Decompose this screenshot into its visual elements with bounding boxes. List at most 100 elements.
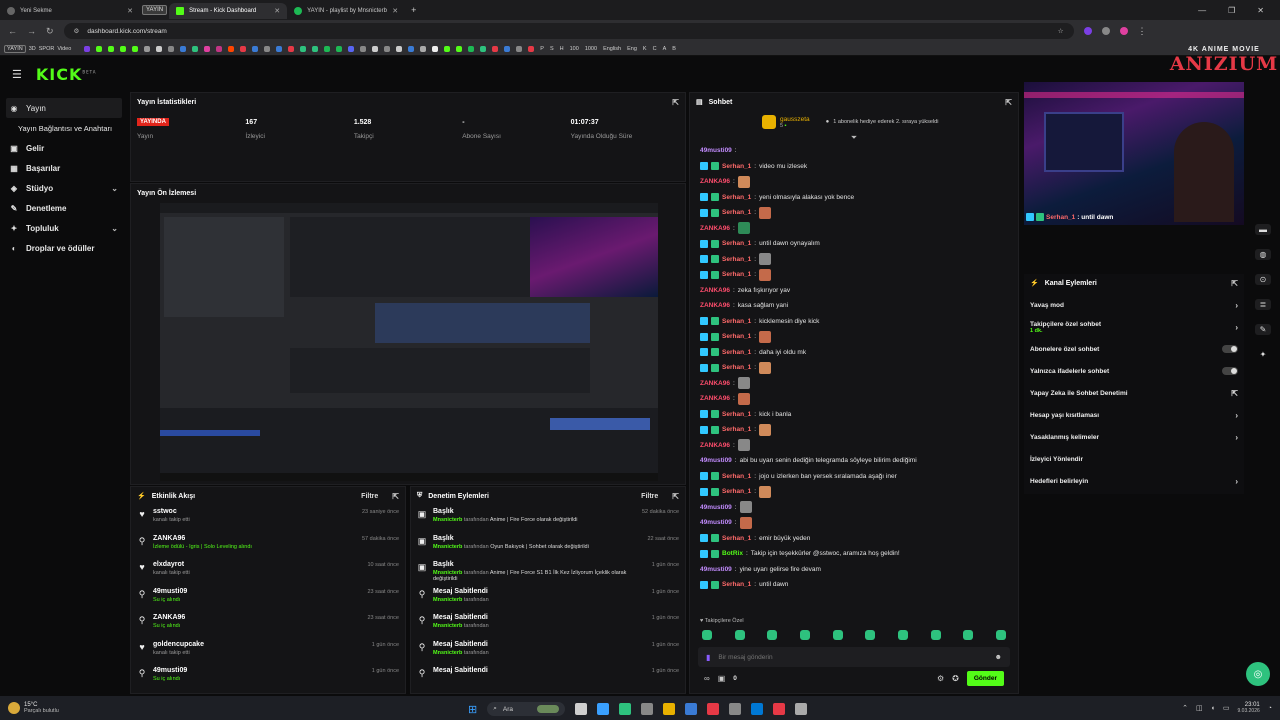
new-tab-button[interactable]: +	[411, 5, 416, 15]
volume-icon[interactable]: ◖	[1211, 705, 1215, 712]
tab-stream-dashboard[interactable]: Stream - Kick Dashboard ✕	[169, 3, 288, 19]
popout-icon[interactable]: ⇱	[672, 98, 679, 107]
emote-shortcut-icon[interactable]	[767, 630, 778, 640]
emote-shortcut-icon[interactable]	[832, 630, 843, 640]
popout-icon[interactable]: ⇱	[672, 492, 679, 501]
menu-kebab-icon[interactable]: ⋮	[1138, 26, 1147, 37]
bookmark-icon[interactable]	[168, 45, 175, 52]
bookmark-link[interactable]: 1000	[585, 46, 597, 52]
sidebar-item-yayin[interactable]: ◉ Yayın	[6, 98, 122, 118]
bookmark-link[interactable]: H	[560, 46, 564, 52]
assistant-bubble-icon[interactable]: ◎	[1246, 662, 1270, 686]
bookmark-link[interactable]: S	[550, 46, 554, 52]
taskbar-app-icon[interactable]	[685, 703, 698, 715]
bookmark-icon[interactable]	[156, 45, 163, 52]
chat-username[interactable]: Serhan_1	[722, 411, 751, 418]
chat-username[interactable]: Serhan_1	[722, 333, 751, 340]
chat-username[interactable]: ZANKA96	[700, 287, 730, 294]
bookmark-icon[interactable]	[132, 45, 139, 52]
chat-username[interactable]: Serhan_1	[722, 163, 751, 170]
bookmark-link[interactable]: K	[643, 46, 647, 52]
bookmark-icon[interactable]	[372, 45, 379, 52]
channel-action-item[interactable]: Yalnızca ifadelerle sohbet	[1024, 360, 1244, 382]
emote-shortcut-icon[interactable]	[799, 630, 810, 640]
sidebar-item-stream-key[interactable]: Yayın Bağlantısı ve Anahtarı	[0, 118, 128, 138]
bookmark-link[interactable]: 100	[570, 46, 579, 52]
close-window-icon[interactable]: ✕	[1257, 6, 1264, 15]
maximize-icon[interactable]: ❐	[1228, 6, 1235, 15]
popout-icon[interactable]: ⇱	[1005, 98, 1012, 107]
battery-icon[interactable]: ▭	[1223, 704, 1230, 712]
taskbar-app-icon[interactable]	[597, 703, 610, 715]
bookmark-icon[interactable]	[432, 45, 439, 52]
moderator-icon[interactable]: ✪	[952, 674, 959, 683]
community-icon[interactable]: ✦	[1255, 349, 1271, 360]
url-field[interactable]: ⚙ dashboard.kick.com/stream ☆	[63, 23, 1074, 39]
taskbar-app-icon[interactable]	[619, 703, 632, 715]
bookmark-folder[interactable]: SPOR	[39, 46, 55, 52]
chat-username[interactable]: Serhan_1	[722, 194, 751, 201]
chat-username[interactable]: ZANKA96	[700, 442, 730, 449]
chat-username[interactable]: 49musti09	[700, 566, 732, 573]
bookmark-icon[interactable]	[336, 45, 343, 52]
channel-action-item[interactable]: Yapay Zeka ile Sohbet Denetimi ⇱	[1024, 382, 1244, 404]
chat-input[interactable]	[718, 653, 987, 661]
chat-username[interactable]: 49musti09	[700, 147, 732, 154]
bookmark-icon[interactable]	[144, 45, 151, 52]
bookmark-link[interactable]: B	[672, 46, 676, 52]
bookmark-icon[interactable]	[456, 45, 463, 52]
channel-action-item[interactable]: Hesap yaşı kısıtlaması ›	[1024, 404, 1244, 426]
network-icon[interactable]: ◫	[1196, 704, 1203, 712]
bookmark-icon[interactable]	[180, 45, 187, 52]
emote-shortcut-icon[interactable]	[734, 630, 745, 640]
chat-username[interactable]: Serhan_1	[722, 349, 751, 356]
sidebar-item-studyo[interactable]: ◈ Stüdyo ⌄	[0, 178, 128, 198]
channel-action-item[interactable]: Hedefleri belirleyin ›	[1024, 470, 1244, 492]
chat-username[interactable]: 49musti09	[700, 457, 732, 464]
pin-collapse-icon[interactable]: ⏷	[690, 133, 1018, 143]
sidebar-item-basarilar[interactable]: ▦ Başarılar	[0, 158, 128, 178]
taskbar-app-icon[interactable]	[663, 703, 676, 715]
sidebar-item-denetleme[interactable]: ✎ Denetleme	[0, 198, 128, 218]
bookmark-icon[interactable]	[420, 45, 427, 52]
settings-gear-icon[interactable]: ⚙	[937, 674, 944, 683]
channel-action-item[interactable]: Yasaklanmış kelimeler ›	[1024, 426, 1244, 448]
forward-icon[interactable]: →	[27, 26, 36, 36]
emote-shortcut-icon[interactable]	[702, 630, 712, 640]
bookmark-icon[interactable]	[264, 45, 271, 52]
popout-icon[interactable]: ⇱	[1231, 279, 1238, 288]
bookmark-icon[interactable]	[240, 45, 247, 52]
extension-icon[interactable]	[1083, 27, 1092, 35]
reload-icon[interactable]: ↻	[46, 26, 54, 37]
bookmark-icon[interactable]	[468, 45, 475, 52]
bookmark-icon[interactable]	[300, 45, 307, 52]
chat-username[interactable]: Serhan_1	[722, 240, 751, 247]
minimize-icon[interactable]: —	[1198, 6, 1206, 15]
bookmark-icon[interactable]	[216, 45, 223, 52]
taskbar-app-icon[interactable]	[575, 703, 588, 715]
bookmark-icon[interactable]	[312, 45, 319, 52]
taskbar-app-icon[interactable]	[795, 703, 808, 715]
chat-username[interactable]: ZANKA96	[700, 380, 730, 387]
chat-username[interactable]: Serhan_1	[722, 581, 751, 588]
chat-username[interactable]: BotRix	[722, 550, 743, 557]
bookmark-link[interactable]: C	[653, 46, 657, 52]
bookmark-icon[interactable]	[492, 45, 499, 52]
bookmark-icon[interactable]	[252, 45, 259, 52]
close-icon[interactable]: ✕	[127, 7, 133, 15]
sidebar-item-topluluk[interactable]: ✦ Topluluk ⌄	[0, 218, 128, 238]
sidebar-item-droplar[interactable]: ◐ Droplar ve ödüller	[0, 238, 128, 258]
bookmark-icon[interactable]	[408, 45, 415, 52]
close-icon[interactable]: ✕	[274, 7, 280, 15]
tab-group-chip[interactable]: YAYIN	[142, 5, 168, 15]
sidebar-item-gelir[interactable]: ▣ Gelir	[0, 138, 128, 158]
bookmark-icon[interactable]	[108, 45, 115, 52]
chat-input-box[interactable]: ▮ ☻	[698, 647, 1010, 667]
chat-username[interactable]: Serhan_1	[722, 426, 751, 433]
bookmark-link[interactable]: English	[603, 46, 621, 52]
bookmark-icon[interactable]	[444, 45, 451, 52]
windows-start-icon[interactable]: ⊞	[468, 703, 477, 716]
chat-username[interactable]: 49musti09	[700, 504, 732, 511]
site-info-icon[interactable]: ⚙	[74, 27, 80, 35]
chat-username[interactable]: Serhan_1	[722, 318, 751, 325]
